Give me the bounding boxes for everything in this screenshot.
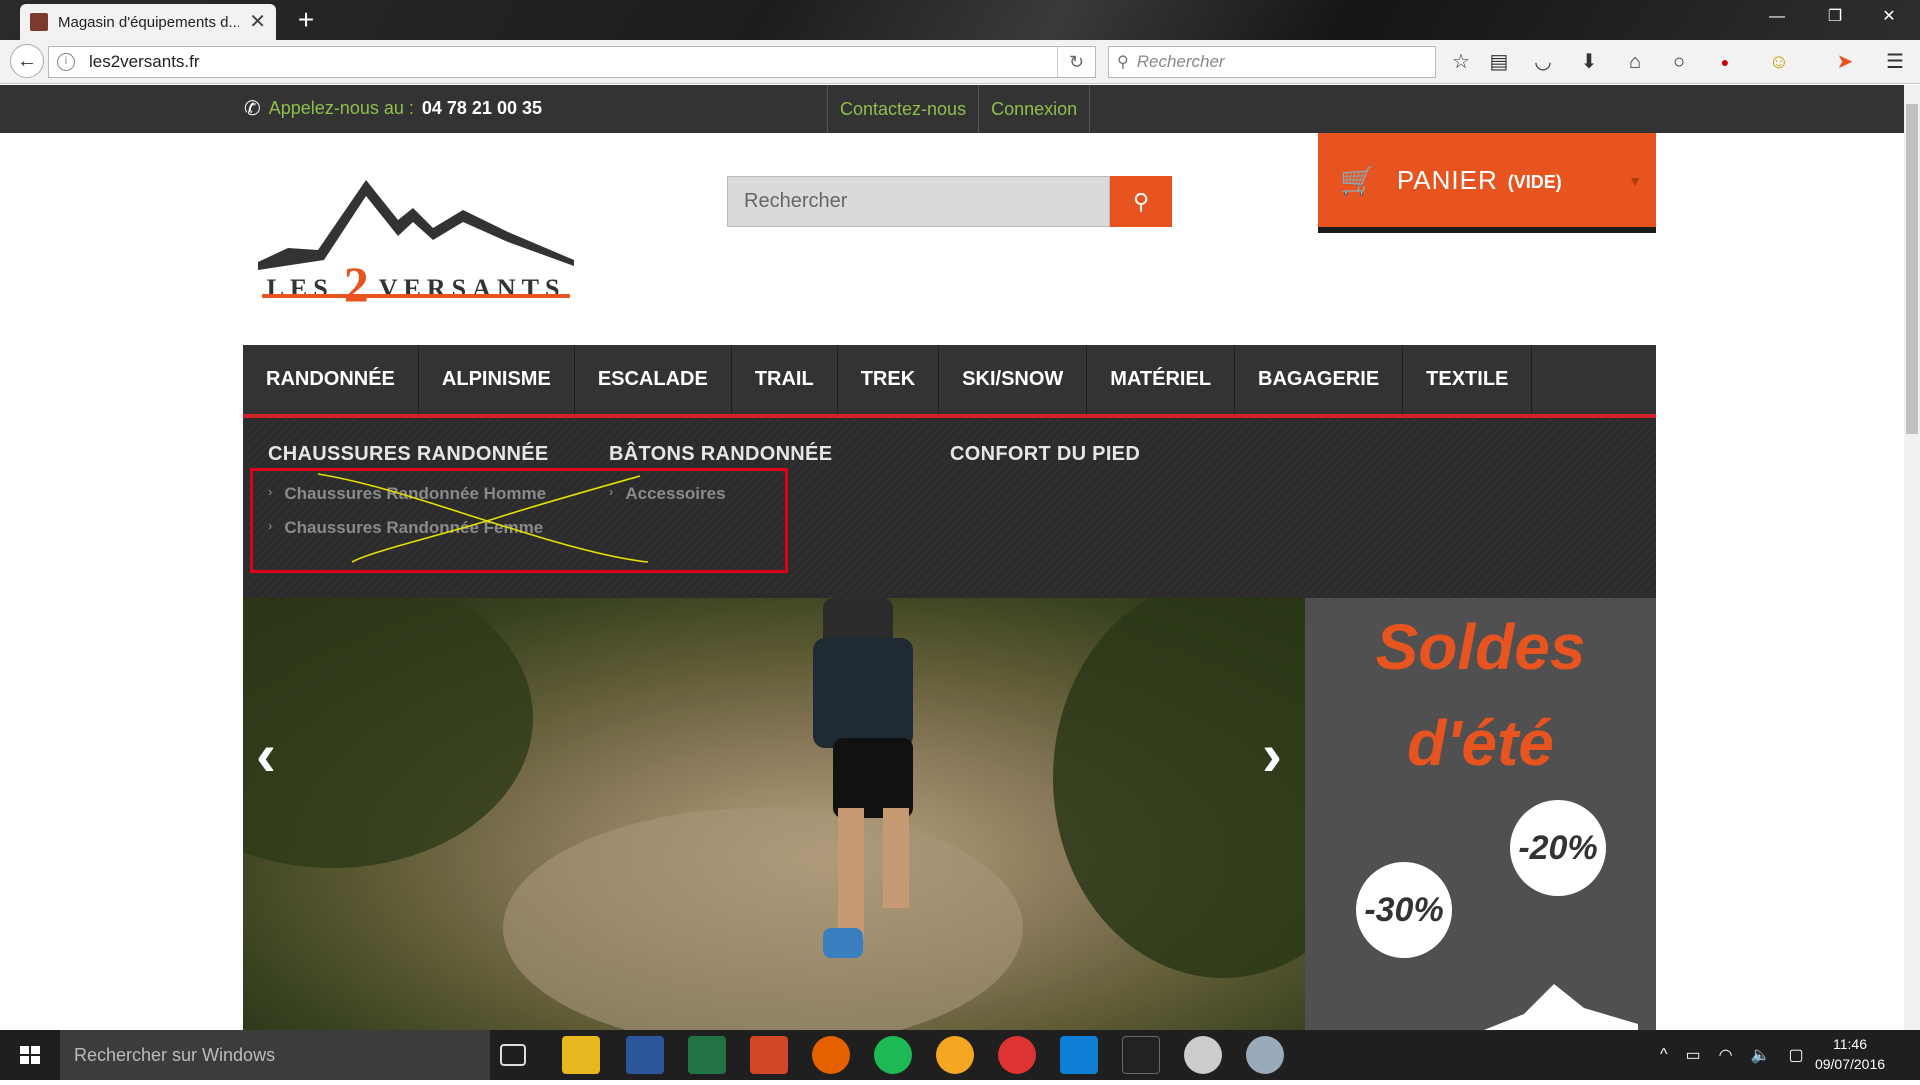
browser-titlebar xyxy=(0,0,1920,40)
app-icon[interactable] xyxy=(936,1036,974,1074)
chevron-down-icon: ▼ xyxy=(1628,173,1642,189)
start-button[interactable] xyxy=(0,1030,60,1080)
browser-tab[interactable]: Magasin d'équipements d... ✕ xyxy=(20,4,276,40)
menu-hamburger-icon[interactable]: ☰ xyxy=(1880,48,1910,76)
spotify-icon[interactable] xyxy=(874,1036,912,1074)
logo-text-right: VERSANTS xyxy=(378,274,566,303)
menu-item-trek[interactable]: TREK xyxy=(838,345,940,414)
logo-text-left: LES xyxy=(266,274,334,303)
discount-badge-30: -30% xyxy=(1356,862,1452,958)
top-links: Contactez-nous Connexion xyxy=(827,85,1091,133)
slider-next-arrow-icon[interactable]: › xyxy=(1262,720,1282,789)
browser-search-placeholder: Rechercher xyxy=(1136,52,1225,71)
hiker-photo-icon xyxy=(133,568,1393,1048)
hero-slider-image[interactable] xyxy=(133,568,1393,1048)
site-favicon-icon xyxy=(30,13,48,31)
logo-underline xyxy=(262,294,570,298)
system-tray: ^ ▭ ◠ 🔈 ▢ xyxy=(1660,1030,1804,1080)
discount-badge-20: -20% xyxy=(1510,800,1606,896)
small-mountain-logo-icon xyxy=(1484,984,1638,1030)
cart-status: (VIDE) xyxy=(1507,171,1562,192)
cart-icon: 🛒 xyxy=(1340,164,1375,196)
adblock-icon[interactable]: ● xyxy=(1710,48,1740,76)
clock-time: 11:46 xyxy=(1833,1036,1867,1052)
search-icon: ⚲ xyxy=(1117,54,1129,71)
back-button[interactable]: ← xyxy=(10,44,44,78)
login-link[interactable]: Connexion xyxy=(978,85,1091,133)
site-search-button[interactable]: ⚲ xyxy=(1110,176,1172,227)
search-icon: ⚲ xyxy=(1132,189,1150,214)
phone-contact: ✆ Appelez-nous au : 04 78 21 00 35 xyxy=(244,96,542,121)
site-search-input[interactable]: Rechercher xyxy=(727,176,1110,227)
minimize-button[interactable]: — xyxy=(1754,0,1800,34)
battery-icon[interactable]: ▭ xyxy=(1686,1045,1701,1065)
close-window-button[interactable]: ✕ xyxy=(1866,0,1912,34)
file-explorer-icon[interactable] xyxy=(562,1036,600,1074)
browser-search-input[interactable]: ⚲ Rechercher xyxy=(1108,46,1436,78)
home-icon[interactable]: ⌂ xyxy=(1620,48,1650,76)
menu-item-textile[interactable]: TEXTILE xyxy=(1403,345,1533,414)
extension-icon[interactable]: ☺ xyxy=(1764,48,1794,76)
new-tab-button[interactable]: + xyxy=(290,4,322,36)
menu-item-bagagerie[interactable]: BAGAGERIE xyxy=(1235,345,1404,414)
sonos-icon[interactable] xyxy=(1122,1036,1160,1074)
tool-icon[interactable] xyxy=(1184,1036,1222,1074)
contact-link[interactable]: Contactez-nous xyxy=(827,85,978,133)
chevron-up-icon[interactable]: ^ xyxy=(1660,1046,1668,1064)
menu-item-escalade[interactable]: ESCALADE xyxy=(575,345,732,414)
windows-logo-icon xyxy=(20,1046,40,1064)
bookmark-star-icon[interactable]: ☆ xyxy=(1446,48,1476,76)
slider-prev-arrow-icon[interactable]: ‹ xyxy=(256,720,276,789)
volume-muted-icon[interactable]: 🔈 xyxy=(1751,1045,1771,1065)
teamviewer-icon[interactable] xyxy=(1060,1036,1098,1074)
cart-button[interactable]: 🛒 PANIER (VIDE) ▼ xyxy=(1318,133,1656,233)
ccleaner-icon[interactable] xyxy=(998,1036,1036,1074)
dropdown-heading-batons[interactable]: BÂTONS RANDONNÉE xyxy=(609,443,832,466)
address-bar[interactable]: i les2versants.fr ↻ xyxy=(48,46,1096,78)
site-logo[interactable]: LES 2 VERSANTS xyxy=(258,180,574,312)
download-icon[interactable]: ⬇ xyxy=(1574,48,1604,76)
phone-icon: ✆ xyxy=(244,98,261,120)
menu-item-randonnee[interactable]: RANDONNÉE xyxy=(243,345,419,414)
restore-button[interactable]: ❐ xyxy=(1812,0,1858,34)
sale-title-line1: Soldes xyxy=(1375,611,1586,683)
info-icon[interactable]: i xyxy=(57,53,75,71)
powerpoint-icon[interactable] xyxy=(750,1036,788,1074)
annotation-cross-icon xyxy=(317,473,649,563)
clock-date: 09/07/2016 xyxy=(1814,1056,1886,1072)
word-icon[interactable] xyxy=(626,1036,664,1074)
wifi-icon[interactable]: ◠ xyxy=(1719,1045,1733,1065)
windows-search-input[interactable]: Rechercher sur Windows xyxy=(60,1030,490,1080)
phone-number: 04 78 21 00 35 xyxy=(421,98,542,118)
task-view-icon[interactable] xyxy=(500,1044,526,1066)
close-tab-icon[interactable]: ✕ xyxy=(249,12,266,32)
sale-title-line2: d'été xyxy=(1407,707,1554,779)
reload-icon[interactable]: ↻ xyxy=(1057,47,1095,77)
logo-number: 2 xyxy=(343,256,369,312)
menu-item-trail[interactable]: TRAIL xyxy=(732,345,838,414)
menu-item-materiel[interactable]: MATÉRIEL xyxy=(1087,345,1236,414)
pocket-icon[interactable]: ◡ xyxy=(1528,48,1558,76)
dropdown-heading-chaussures[interactable]: CHAUSSURES RANDONNÉE xyxy=(268,443,548,466)
menu-item-alpinisme[interactable]: ALPINISME xyxy=(419,345,575,414)
main-menu: RANDONNÉE ALPINISME ESCALADE TRAIL TREK … xyxy=(243,345,1656,418)
system-clock[interactable]: 11:46 09/07/2016 xyxy=(1800,1034,1900,1074)
excel-icon[interactable] xyxy=(688,1036,726,1074)
phone-label: Appelez-nous au : xyxy=(268,98,414,118)
dropdown-heading-confort[interactable]: CONFORT DU PIED xyxy=(950,443,1140,466)
site-search: Rechercher ⚲ xyxy=(727,176,1172,227)
chat-icon[interactable]: ○ xyxy=(1664,48,1694,76)
extension-2-icon[interactable]: ➤ xyxy=(1830,48,1860,76)
reading-list-icon[interactable]: ▤ xyxy=(1484,48,1514,76)
scrollbar-thumb[interactable] xyxy=(1906,104,1918,434)
firefox-icon[interactable] xyxy=(812,1036,850,1074)
paint-icon[interactable] xyxy=(1246,1036,1284,1074)
url-text[interactable]: les2versants.fr xyxy=(89,52,1057,72)
tab-title: Magasin d'équipements d... xyxy=(58,13,240,31)
menu-item-ski-snow[interactable]: SKI/SNOW xyxy=(939,345,1088,414)
cart-label: PANIER xyxy=(1396,164,1498,195)
